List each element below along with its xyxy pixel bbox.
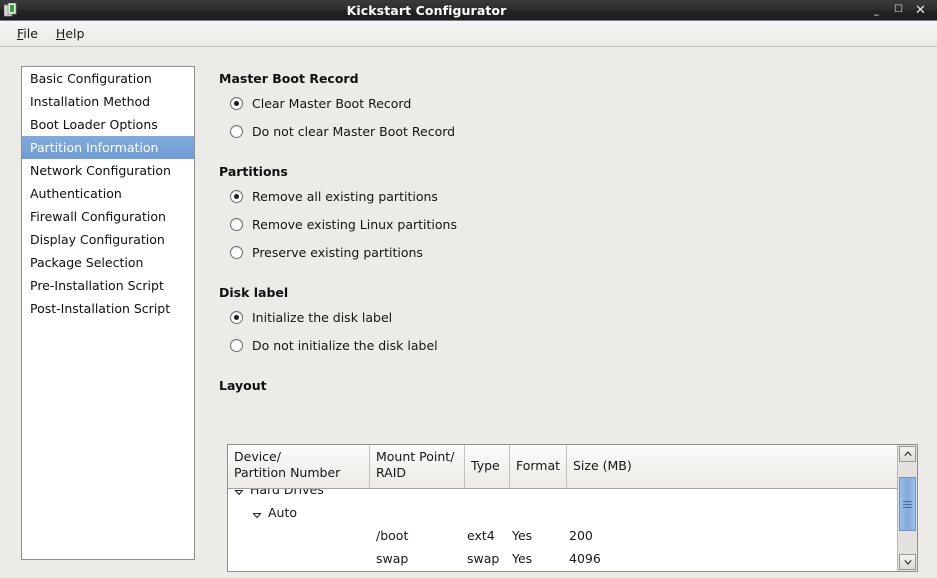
cell-mount: /boot: [376, 528, 409, 543]
scrollbar-grip-icon: [903, 499, 912, 510]
menu-help-rest: elp: [65, 26, 85, 41]
radio-preserve-partitions-label: Preserve existing partitions: [252, 245, 423, 260]
table-header-row: Device/ Partition Number Mount Point/ RA…: [228, 445, 897, 489]
cell-size: 4096: [569, 551, 601, 566]
cell-device: Hard Drives: [228, 489, 370, 497]
sidebar-item-boot-loader-options[interactable]: Boot Loader Options: [22, 113, 194, 136]
cell-format: Yes: [512, 551, 533, 566]
radio-remove-all-partitions-indicator[interactable]: [230, 190, 243, 203]
sidebar-item-display-configuration[interactable]: Display Configuration: [22, 228, 194, 251]
table-vertical-scrollbar[interactable]: [897, 445, 917, 571]
window-icon: [0, 0, 22, 21]
menu-file-rest: ile: [23, 26, 38, 41]
column-header-device[interactable]: Device/ Partition Number: [228, 445, 370, 488]
sidebar-item-basic-configuration[interactable]: Basic Configuration: [22, 67, 194, 90]
cell-size: 200: [569, 528, 593, 543]
partition-layout-table[interactable]: Device/ Partition Number Mount Point/ RA…: [227, 444, 918, 572]
scroll-down-arrow-icon[interactable]: [899, 554, 916, 570]
window-controls: – ☐ ✕: [871, 4, 937, 20]
column-header-format[interactable]: Format: [510, 445, 567, 488]
table-row[interactable]: Auto: [228, 501, 897, 524]
disk-label-section-title: Disk label: [219, 285, 289, 300]
radio-do-not-initialize-disk-label[interactable]: Do not initialize the disk label: [230, 338, 438, 353]
menu-help-mnemonic: H: [55, 26, 66, 41]
menu-file[interactable]: File: [8, 23, 47, 44]
radio-initialize-disk-label-indicator[interactable]: [230, 311, 243, 324]
maximize-button[interactable]: ☐: [893, 5, 904, 15]
sidebar-item-authentication[interactable]: Authentication: [22, 182, 194, 205]
content-area: Basic Configuration Installation Method …: [0, 47, 937, 578]
mbr-section-title: Master Boot Record: [219, 71, 359, 86]
cell-type: swap: [467, 551, 500, 566]
radio-remove-linux-partitions-label: Remove existing Linux partitions: [252, 217, 457, 232]
menu-help[interactable]: Help: [47, 23, 94, 44]
expander-down-icon[interactable]: [252, 510, 262, 518]
column-header-size[interactable]: Size (MB): [567, 445, 897, 488]
navigation-sidebar[interactable]: Basic Configuration Installation Method …: [21, 66, 195, 560]
radio-preserve-partitions[interactable]: Preserve existing partitions: [230, 245, 423, 260]
sidebar-item-package-selection[interactable]: Package Selection: [22, 251, 194, 274]
cell-device: Auto: [228, 505, 370, 520]
scrollbar-thumb[interactable]: [899, 477, 916, 531]
radio-clear-mbr-label: Clear Master Boot Record: [252, 96, 412, 111]
cell-format: Yes: [512, 528, 533, 543]
radio-clear-mbr-indicator[interactable]: [230, 97, 243, 110]
table-rows-scrolled: Hard Drives Auto /boot ext4 Yes 200 swap…: [228, 489, 897, 570]
cell-type: ext4: [467, 528, 495, 543]
radio-remove-all-partitions[interactable]: Remove all existing partitions: [230, 189, 438, 204]
scrollbar-track[interactable]: [899, 463, 916, 553]
menu-bar: File Help: [0, 21, 937, 47]
radio-do-not-clear-mbr[interactable]: Do not clear Master Boot Record: [230, 124, 455, 139]
partition-information-pane: Master Boot Record Clear Master Boot Rec…: [219, 47, 919, 578]
sidebar-item-network-configuration[interactable]: Network Configuration: [22, 159, 194, 182]
radio-remove-linux-partitions[interactable]: Remove existing Linux partitions: [230, 217, 457, 232]
expander-down-icon[interactable]: [234, 489, 244, 495]
radio-clear-mbr[interactable]: Clear Master Boot Record: [230, 96, 411, 111]
sidebar-item-firewall-configuration[interactable]: Firewall Configuration: [22, 205, 194, 228]
radio-initialize-disk-label-label: Initialize the disk label: [252, 310, 393, 325]
radio-remove-all-partitions-label: Remove all existing partitions: [252, 189, 438, 204]
scroll-up-arrow-icon[interactable]: [899, 446, 916, 462]
sidebar-item-installation-method[interactable]: Installation Method: [22, 90, 194, 113]
table-viewport: Device/ Partition Number Mount Point/ RA…: [228, 445, 897, 571]
window-title: Kickstart Configurator: [346, 2, 507, 18]
column-header-type[interactable]: Type: [465, 445, 510, 488]
sidebar-item-partition-information[interactable]: Partition Information: [22, 136, 194, 159]
close-button[interactable]: ✕: [915, 4, 926, 17]
minimize-button[interactable]: –: [871, 9, 882, 20]
radio-remove-linux-partitions-indicator[interactable]: [230, 218, 243, 231]
partitions-section-title: Partitions: [219, 164, 288, 179]
column-header-mount-point[interactable]: Mount Point/ RAID: [370, 445, 465, 488]
radio-do-not-initialize-disk-label-label: Do not initialize the disk label: [252, 338, 438, 353]
cell-device-label: Auto: [268, 505, 298, 520]
radio-initialize-disk-label[interactable]: Initialize the disk label: [230, 310, 392, 325]
cell-device-label: Hard Drives: [250, 489, 324, 497]
table-row[interactable]: swap swap Yes 4096: [228, 547, 897, 570]
radio-do-not-clear-mbr-indicator[interactable]: [230, 125, 243, 138]
sidebar-item-post-installation-script[interactable]: Post-Installation Script: [22, 297, 194, 320]
title-bar: Kickstart Configurator – ☐ ✕: [0, 0, 937, 21]
radio-do-not-initialize-disk-label-indicator[interactable]: [230, 339, 243, 352]
table-row[interactable]: /boot ext4 Yes 200: [228, 524, 897, 547]
sidebar-item-pre-installation-script[interactable]: Pre-Installation Script: [22, 274, 194, 297]
table-row[interactable]: Hard Drives: [228, 489, 897, 501]
radio-preserve-partitions-indicator[interactable]: [230, 246, 243, 259]
cell-mount: swap: [376, 551, 409, 566]
layout-section-title: Layout: [219, 378, 267, 393]
table-body: Hard Drives Auto /boot ext4 Yes 200 swap…: [228, 489, 897, 570]
radio-do-not-clear-mbr-label: Do not clear Master Boot Record: [252, 124, 456, 139]
